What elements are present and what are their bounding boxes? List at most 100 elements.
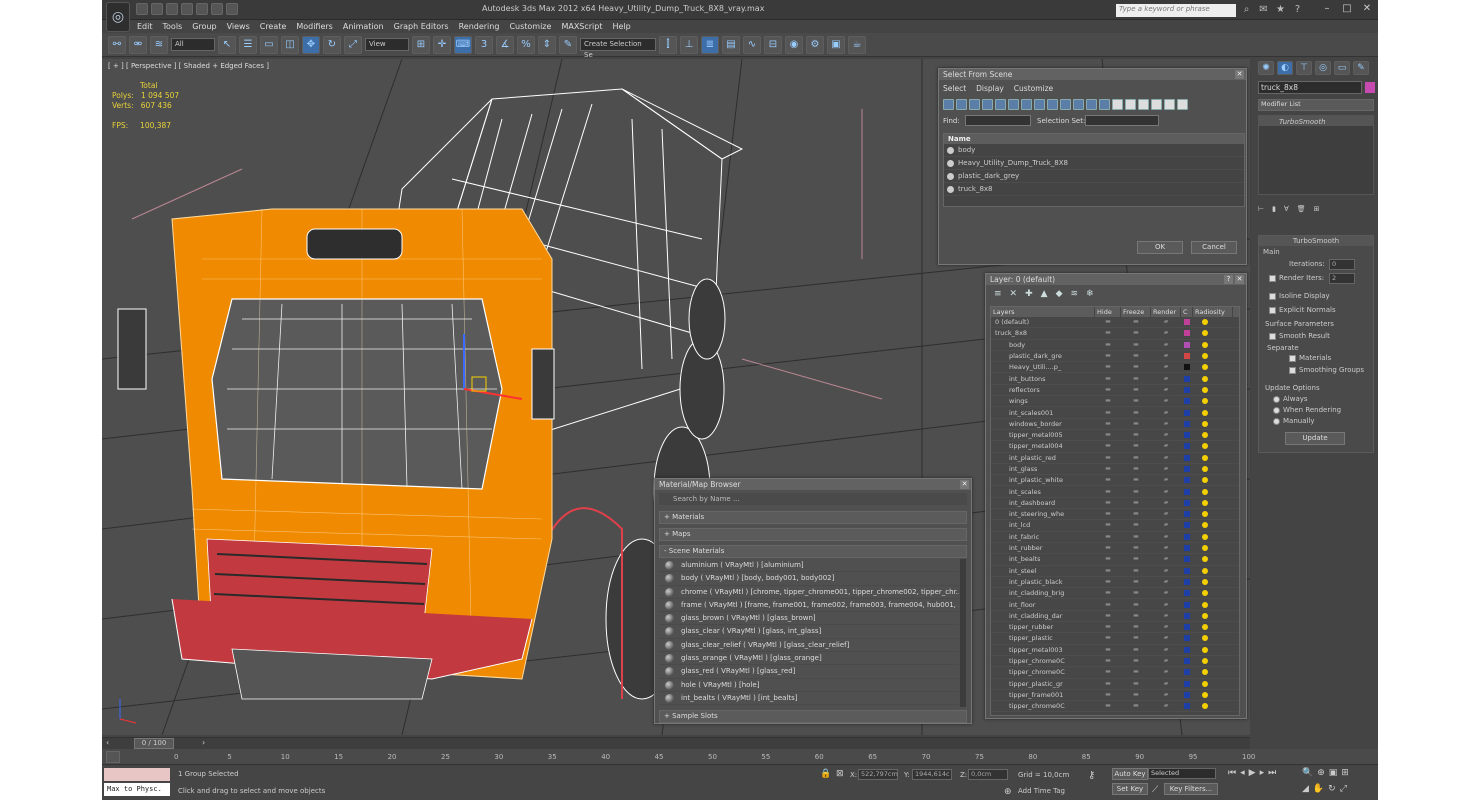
create-layer-icon[interactable]: ≡: [994, 289, 1002, 299]
radiosity-bulb-icon[interactable]: [1202, 612, 1208, 619]
table-row[interactable]: tipper_chrome0C ▬ ▬ ▰: [991, 701, 1239, 713]
table-row[interactable]: int_scales001 ▬ ▬ ▰: [991, 407, 1239, 419]
always-row[interactable]: Always: [1273, 395, 1308, 403]
align-icon[interactable]: ⊥: [680, 35, 698, 54]
freeze-toggle-icon[interactable]: ▬: [1121, 658, 1151, 664]
freeze-toggle-icon[interactable]: ▬: [1121, 432, 1151, 438]
radiosity-bulb-icon[interactable]: [1202, 409, 1208, 416]
select-from-scene-title[interactable]: Select From Scene: [939, 69, 1246, 80]
layer-color-swatch[interactable]: [1184, 624, 1190, 631]
manually-row[interactable]: Manually: [1273, 417, 1315, 425]
cancel-button[interactable]: Cancel: [1191, 241, 1237, 254]
highlight-layer-icon[interactable]: ◆: [1056, 289, 1063, 299]
layer-color-swatch[interactable]: [1184, 443, 1190, 450]
maximize-viewport-icon[interactable]: ⤢: [1340, 784, 1347, 794]
material-list-item[interactable]: glass_clear ( VRayMtl ) [glass, int_glas…: [659, 625, 959, 639]
percent-snap-icon[interactable]: %: [517, 35, 535, 54]
layer-color-swatch[interactable]: [1184, 635, 1190, 642]
table-row[interactable]: int_glass ▬ ▬ ▰: [991, 464, 1239, 476]
favorites-icon[interactable]: ★: [1274, 3, 1287, 16]
redo-icon[interactable]: [196, 3, 208, 15]
render-toggle-icon[interactable]: ▰: [1151, 375, 1181, 382]
key-mode-dropdown[interactable]: Selected: [1148, 768, 1216, 779]
selection-set-dropdown[interactable]: [1085, 115, 1159, 126]
rollout-title[interactable]: TurboSmooth: [1259, 236, 1373, 246]
radiosity-bulb-icon[interactable]: [1202, 556, 1208, 563]
radiosity-bulb-icon[interactable]: [1202, 364, 1208, 371]
menu-tools[interactable]: Tools: [158, 20, 188, 33]
materials-section[interactable]: + Materials: [659, 511, 967, 524]
hide-toggle-icon[interactable]: ▬: [1095, 398, 1121, 404]
freeze-toggle-icon[interactable]: ▬: [1121, 443, 1151, 449]
table-row[interactable]: tipper_metal003 ▬ ▬ ▰: [991, 645, 1239, 656]
menu-views[interactable]: Views: [222, 20, 255, 33]
communication-center-icon[interactable]: ✉: [1257, 3, 1270, 16]
layer-color-swatch[interactable]: [1184, 454, 1190, 461]
select-move-icon[interactable]: ✥: [302, 35, 320, 54]
sep-smoothing-row[interactable]: Smoothing Groups: [1289, 366, 1364, 374]
render-toggle-icon[interactable]: ▰: [1151, 353, 1181, 359]
pivot-center-icon[interactable]: ⊞: [412, 35, 430, 54]
layer-color-swatch[interactable]: [1184, 341, 1190, 348]
table-row[interactable]: int_cladding_brig ▬ ▬ ▰: [991, 588, 1239, 600]
field-of-view-icon[interactable]: ◢: [1302, 784, 1309, 794]
freeze-toggle-icon[interactable]: ▬: [1121, 466, 1151, 472]
save-icon[interactable]: [166, 3, 178, 15]
table-row[interactable]: int_cladding_dar ▬ ▬ ▰: [991, 611, 1239, 623]
time-slider[interactable]: 0 / 100 ‹ ›: [102, 737, 1250, 749]
object-color-swatch[interactable]: [1365, 82, 1375, 93]
freeze-toggle-icon[interactable]: ▬: [1121, 454, 1151, 461]
table-row[interactable]: int_plastic_white ▬ ▬ ▰: [991, 475, 1239, 487]
play-icon[interactable]: ▶: [1249, 768, 1256, 778]
radiosity-bulb-icon[interactable]: [1202, 499, 1208, 506]
select-in-layer-icon[interactable]: ▲: [1041, 289, 1048, 299]
x-coordinate-field[interactable]: 522,797cm: [858, 769, 898, 780]
table-row[interactable]: 0 (default) ▬ ▬ ▰: [991, 317, 1239, 329]
ok-button[interactable]: OK: [1137, 241, 1183, 254]
configure-sets-icon[interactable]: ⊞: [1314, 205, 1320, 213]
radiosity-bulb-icon[interactable]: [1202, 635, 1208, 642]
table-row[interactable]: body ▬ ▬ ▰: [991, 340, 1239, 351]
hide-toggle-icon[interactable]: ▬: [1095, 477, 1121, 483]
render-toggle-icon[interactable]: ▰: [1151, 511, 1181, 517]
render-toggle-icon[interactable]: ▰: [1151, 398, 1181, 404]
render-iters-checkbox[interactable]: [1269, 274, 1276, 282]
menu-rendering[interactable]: Rendering: [454, 20, 505, 33]
column-hide[interactable]: Hide: [1095, 307, 1121, 317]
minimize-button[interactable]: –: [1318, 2, 1336, 16]
layer-color-swatch[interactable]: [1184, 533, 1190, 540]
display-all-icon[interactable]: [1099, 99, 1110, 110]
radiosity-bulb-icon[interactable]: [1202, 454, 1208, 461]
render-production-icon[interactable]: ☕: [848, 35, 866, 54]
close-button[interactable]: ✕: [1358, 2, 1376, 16]
hide-toggle-icon[interactable]: ▬: [1095, 556, 1121, 562]
material-browser-title[interactable]: Material/Map Browser: [655, 479, 971, 490]
hide-toggle-icon[interactable]: ▬: [1095, 409, 1121, 416]
freeze-toggle-icon[interactable]: ▬: [1121, 612, 1151, 619]
table-row[interactable]: reflectors ▬ ▬ ▰: [991, 385, 1239, 397]
material-editor-icon[interactable]: ◉: [785, 35, 803, 54]
freeze-toggle-icon[interactable]: ▬: [1121, 341, 1151, 348]
layer-color-swatch[interactable]: [1184, 432, 1190, 439]
layer-color-swatch[interactable]: [1184, 511, 1190, 518]
link-icon[interactable]: ⚯: [108, 35, 126, 54]
maximize-button[interactable]: □: [1338, 2, 1356, 16]
radiosity-bulb-icon[interactable]: [1202, 432, 1208, 439]
pan-icon[interactable]: ✋: [1313, 784, 1324, 794]
freeze-toggle-icon[interactable]: ▬: [1121, 511, 1151, 517]
radiosity-bulb-icon[interactable]: [1202, 624, 1208, 631]
set-key-button[interactable]: Set Key: [1112, 783, 1148, 795]
scene-materials-section[interactable]: - Scene Materials: [659, 545, 967, 558]
table-row[interactable]: tipper_plastic ▬ ▬ ▰: [991, 633, 1239, 645]
layer-color-swatch[interactable]: [1184, 658, 1190, 665]
render-toggle-icon[interactable]: ▰: [1151, 420, 1181, 427]
next-frame-icon[interactable]: ›: [202, 738, 205, 747]
layer-color-swatch[interactable]: [1184, 567, 1190, 574]
table-row[interactable]: int_steering_whe ▬ ▬ ▰: [991, 509, 1239, 521]
layer-manager-icon[interactable]: ≣: [701, 35, 719, 54]
layer-color-swatch[interactable]: [1184, 477, 1190, 484]
radiosity-bulb-icon[interactable]: [1202, 466, 1208, 472]
render-toggle-icon[interactable]: ▰: [1151, 319, 1181, 325]
help-icon[interactable]: ?: [1224, 275, 1233, 284]
display-bones-icon[interactable]: [1047, 99, 1058, 110]
